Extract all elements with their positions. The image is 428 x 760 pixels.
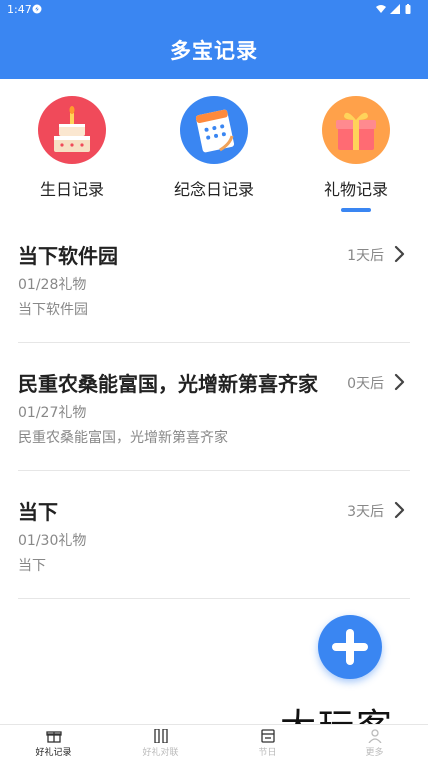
record-days: 1天后 <box>347 248 384 264</box>
battery-icon <box>405 4 411 14</box>
page-title: 多宝记录 <box>170 38 258 63</box>
person-icon <box>367 729 382 743</box>
tab-label: 好礼对联 <box>142 748 179 758</box>
tab-label: 好礼记录 <box>35 748 72 758</box>
chevron-right-icon <box>394 245 405 263</box>
record-name: 当下 <box>18 500 58 524</box>
bottom-tab-bar: 好礼记录 好礼对联 节日 更多 <box>0 724 428 760</box>
signal-icon <box>390 4 400 14</box>
category-birthday[interactable]: 生日记录 <box>12 96 132 211</box>
tab-gift-records[interactable]: 好礼记录 <box>0 725 107 760</box>
category-label: 纪念日记录 <box>173 180 254 199</box>
record-desc: 当下软件园 <box>18 302 88 318</box>
calendar-icon <box>260 729 275 743</box>
calendar-icon <box>180 96 248 164</box>
status-bar: 1:47 <box>0 0 428 20</box>
chevron-right-icon <box>394 373 405 391</box>
tab-label: 节日 <box>258 748 277 758</box>
category-label: 礼物记录 <box>323 180 388 199</box>
category-anniversary[interactable]: 纪念日记录 <box>154 96 274 211</box>
category-tabs: 生日记录 纪念日记录 礼物记录 <box>0 79 428 215</box>
record-date: 01/27礼物 <box>18 405 87 421</box>
birthday-cake-icon <box>38 96 106 164</box>
record-date: 01/30礼物 <box>18 533 87 549</box>
list-item[interactable]: 当下 01/30礼物 当下 3天后 <box>18 471 410 599</box>
record-name: 民重农桑能富国，光增新第喜齐家 <box>18 372 318 396</box>
sync-icon <box>32 4 42 14</box>
couplet-icon <box>153 729 168 743</box>
app-bar: 多宝记录 <box>0 20 428 79</box>
record-name: 当下软件园 <box>18 244 118 268</box>
tab-label: 更多 <box>365 748 384 758</box>
records-list: 当下软件园 01/28礼物 当下软件园 1天后 民重农桑能富国，光增新第喜齐家 … <box>0 215 428 599</box>
gift-box-icon <box>322 96 390 164</box>
record-days: 0天后 <box>347 376 384 392</box>
record-desc: 民重农桑能富国，光增新第喜齐家 <box>18 430 228 446</box>
record-days: 3天后 <box>347 504 384 520</box>
category-label: 生日记录 <box>39 180 104 199</box>
category-gift[interactable]: 礼物记录 <box>296 96 416 212</box>
record-date: 01/28礼物 <box>18 277 87 293</box>
status-time: 1:47 <box>7 3 32 16</box>
tab-more[interactable]: 更多 <box>321 725 428 760</box>
gift-icon <box>45 731 62 743</box>
tab-couplets[interactable]: 好礼对联 <box>107 725 214 760</box>
record-desc: 当下 <box>18 558 46 574</box>
list-item[interactable]: 当下软件园 01/28礼物 当下软件园 1天后 <box>18 215 410 343</box>
wifi-icon <box>376 5 386 13</box>
add-record-button[interactable] <box>318 615 382 679</box>
tab-festivals[interactable]: 节日 <box>214 725 321 760</box>
list-item[interactable]: 民重农桑能富国，光增新第喜齐家 01/27礼物 民重农桑能富国，光增新第喜齐家 … <box>18 343 410 471</box>
selected-indicator <box>341 208 371 212</box>
chevron-right-icon <box>394 501 405 519</box>
